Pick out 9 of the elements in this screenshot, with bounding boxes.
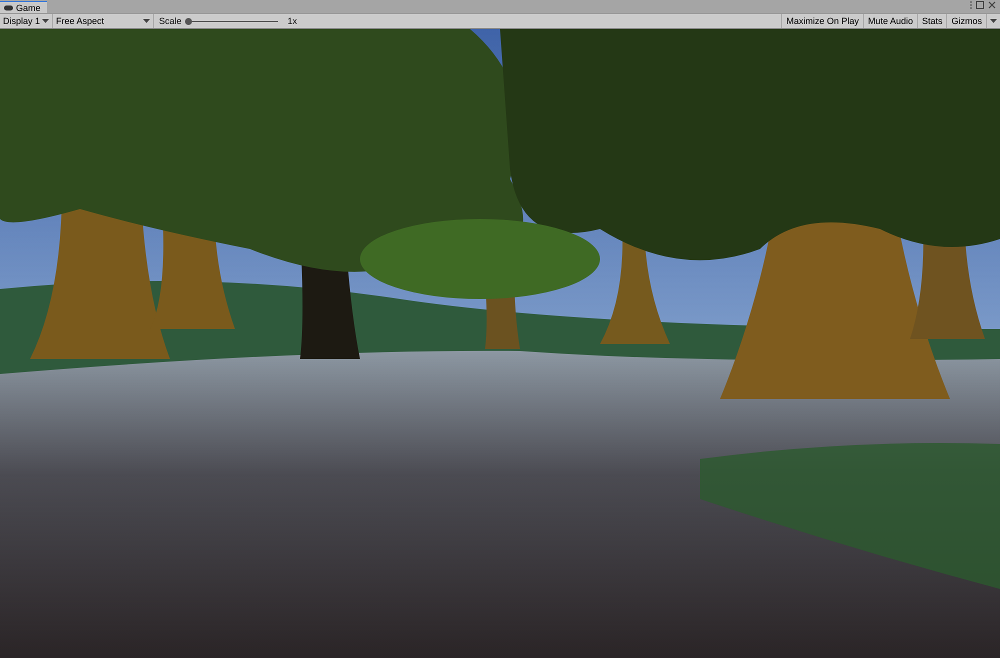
caret-icon: [42, 19, 49, 23]
close-icon[interactable]: [988, 1, 996, 9]
scale-label: Scale: [158, 16, 183, 26]
maximize-icon[interactable]: [976, 1, 984, 9]
scale-value: 1x: [286, 16, 298, 26]
gamepad-icon: [4, 4, 13, 10]
game-tab[interactable]: Game: [0, 1, 47, 13]
caret-icon: [143, 19, 150, 23]
dropdown-caret-icon: [990, 19, 997, 23]
